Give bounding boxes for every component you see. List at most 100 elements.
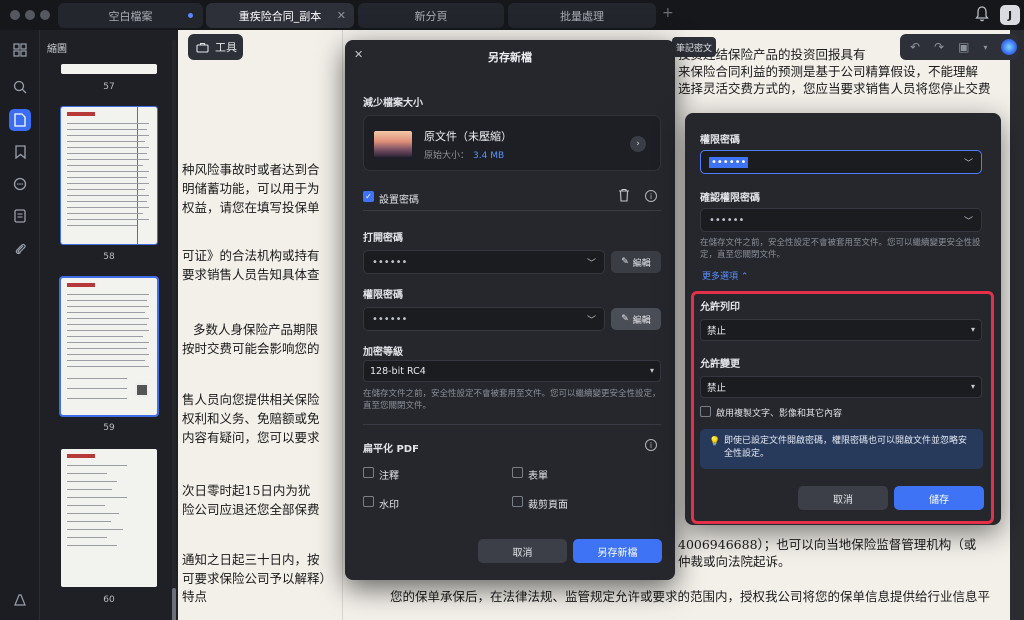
tab-batch-process[interactable]: 批量處理	[508, 3, 656, 28]
doc-text-line: 明储蓄功能，可以用于为	[182, 181, 320, 196]
doc-text-line: 可证》的合法机构或持有	[182, 248, 320, 263]
highlight-annotation-box	[691, 291, 994, 524]
save-disk-icon[interactable]: ▣	[958, 40, 969, 54]
file-name: 原文件（未壓縮）	[424, 130, 512, 143]
doc-text-line: 选择灵活交费方式的，您应当要求销售人员将您停止交费	[678, 81, 991, 96]
flatten-forms-label: 表單	[528, 471, 548, 482]
search-icon[interactable]	[9, 76, 31, 98]
chevron-down-icon[interactable]: ﹀	[587, 256, 596, 269]
tab-contract-copy[interactable]: 重疾险合同_副本 ✕	[206, 3, 354, 28]
reduce-size-label: 減少檔案大小	[363, 98, 423, 109]
flatten-crop-label: 裁剪頁面	[528, 500, 568, 511]
window-zoom-control[interactable]	[40, 10, 50, 20]
window-minimize-control[interactable]	[25, 10, 35, 20]
ai-assistant-icon[interactable]	[1001, 39, 1018, 55]
window-close-control[interactable]	[10, 10, 20, 20]
undo-icon[interactable]: ↶	[910, 40, 920, 54]
chevron-down-icon[interactable]: ﹀	[964, 214, 973, 227]
trash-icon[interactable]	[618, 188, 630, 202]
chevron-down-icon[interactable]: ▾	[983, 43, 987, 52]
open-password-label: 打開密碼	[363, 233, 403, 244]
edit-open-password-button[interactable]: ✎ 編輯	[611, 251, 661, 273]
top-right-toolbar: ↶ ↷ ▣ ▾	[900, 34, 1018, 60]
edit-permission-password-button[interactable]: ✎ 編輯	[611, 308, 661, 330]
annotation-chip[interactable]: 筆記密文	[672, 37, 716, 57]
doc-text-line: 可要求保险公司予以解释）	[182, 571, 333, 586]
page-thumbnail[interactable]	[60, 106, 158, 245]
thumbnails-scrollbar[interactable]	[172, 40, 176, 620]
confirm-password-input[interactable]: •••••• ﹀	[700, 208, 982, 232]
permission-password-input[interactable]: •••••• ﹀	[700, 150, 982, 174]
encryption-level-select[interactable]: 128-bit RC4 ▾	[363, 360, 661, 382]
set-password-label: 設置密碼	[379, 195, 419, 206]
open-password-input[interactable]: •••••• ﹀	[363, 250, 605, 274]
doc-text-line: 次日零时起15日内为犹	[182, 483, 311, 498]
redo-icon[interactable]: ↷	[934, 40, 944, 54]
thumbnails-title: 縮圖	[47, 44, 67, 55]
chevron-down-icon[interactable]: ﹀	[587, 313, 596, 326]
doc-text-line: 内容有疑问，您可以要求	[182, 430, 320, 445]
encryption-level-label: 加密等級	[363, 347, 403, 358]
confirm-password-label: 確認權限密碼	[700, 193, 760, 204]
flatten-crop-checkbox[interactable]	[512, 496, 523, 507]
grid-view-icon[interactable]	[9, 39, 31, 61]
doc-text-line: 售人员向您提供相关保险	[182, 392, 320, 407]
tab-blank-file[interactable]: 空白檔案	[58, 3, 203, 28]
doc-text-line: 多数人身保险产品期限	[193, 322, 319, 337]
pencil-icon: ✎	[621, 314, 629, 324]
flatten-forms-checkbox[interactable]	[512, 467, 523, 478]
set-password-checkbox[interactable]: ✓	[363, 191, 374, 202]
scrollbar-thumb[interactable]	[172, 588, 176, 620]
info-icon[interactable]: i	[645, 190, 657, 202]
flatten-annotations-label: 注釋	[379, 471, 399, 482]
attachment-icon[interactable]	[9, 237, 31, 259]
doc-text-line: 权益，请您在填写投保单	[182, 200, 320, 215]
tab-new-page[interactable]: 新分頁	[358, 3, 504, 28]
form-icon[interactable]	[9, 205, 31, 227]
permission-password-label: 權限密碼	[363, 290, 403, 301]
file-size-value: 3.4 MB	[473, 151, 505, 161]
page-number: 58	[103, 252, 115, 262]
doc-text-line: 种风险事故时或者达到合	[182, 162, 320, 177]
thumbnails-panel: 縮圖 57 58 59 60	[40, 30, 178, 620]
more-options-link[interactable]: 更多選項 ⌃	[702, 269, 748, 282]
page-thumbnail[interactable]	[61, 449, 157, 587]
caret-down-icon: ▾	[649, 366, 654, 375]
file-size-card[interactable]: 原文件（未壓縮） 原始大小： 3.4 MB ›	[363, 115, 661, 171]
tab-label: 重疾险合同_副本	[238, 9, 322, 23]
flatten-label: 扁平化 PDF	[363, 444, 419, 455]
permission-password-input[interactable]: •••••• ﹀	[363, 307, 605, 331]
toolbox-icon	[196, 42, 209, 53]
page-thumbnail-selected[interactable]	[59, 276, 159, 417]
user-avatar[interactable]: J	[1000, 5, 1020, 25]
divider	[363, 210, 661, 211]
tab-label: 新分頁	[414, 9, 448, 23]
info-icon[interactable]: i	[645, 439, 657, 451]
flatten-annotations-checkbox[interactable]	[363, 467, 374, 478]
permission-hint: 在儲存文件之前，安全性設定不會被套用至文件。您可以繼續變更安全性設定，直至您關閉…	[700, 238, 981, 260]
flatten-watermark-label: 水印	[379, 500, 399, 511]
bookmark-icon[interactable]	[9, 141, 31, 163]
save-as-button[interactable]: 另存新檔	[573, 539, 662, 563]
bell-icon[interactable]	[975, 6, 989, 22]
comment-icon[interactable]	[9, 173, 31, 195]
doc-text-line: 按时交费可能会影响您的	[182, 341, 320, 356]
tab-bar: 空白檔案 重疾险合同_副本 ✕ 新分頁 批量處理 + J	[0, 0, 1024, 30]
add-tab-icon[interactable]: +	[662, 5, 674, 21]
flatten-watermark-checkbox[interactable]	[363, 496, 374, 507]
chevron-down-icon[interactable]: ﹀	[964, 156, 973, 169]
chevron-right-icon[interactable]: ›	[630, 136, 646, 152]
file-size: 原始大小： 3.4 MB	[424, 151, 505, 161]
cancel-button[interactable]: 取消	[478, 539, 567, 563]
page-thumbnail[interactable]	[61, 64, 157, 74]
permission-password-label: 權限密碼	[700, 135, 740, 146]
doc-text-line: 通知之日起三十日内，按	[182, 552, 320, 567]
unsaved-dot-icon	[188, 13, 193, 18]
tools-button[interactable]: 工具	[188, 34, 243, 60]
thumbnails-icon[interactable]	[9, 109, 31, 131]
left-icon-bar	[0, 30, 40, 620]
close-tab-icon[interactable]: ✕	[337, 9, 346, 22]
theme-icon[interactable]	[9, 589, 31, 611]
doc-text-line: 特点	[182, 589, 208, 604]
doc-text-line: 您的保单承保后，在法律法规、监管规定允许或要求的范围内，授权我公司将您的保单信息…	[390, 589, 991, 604]
